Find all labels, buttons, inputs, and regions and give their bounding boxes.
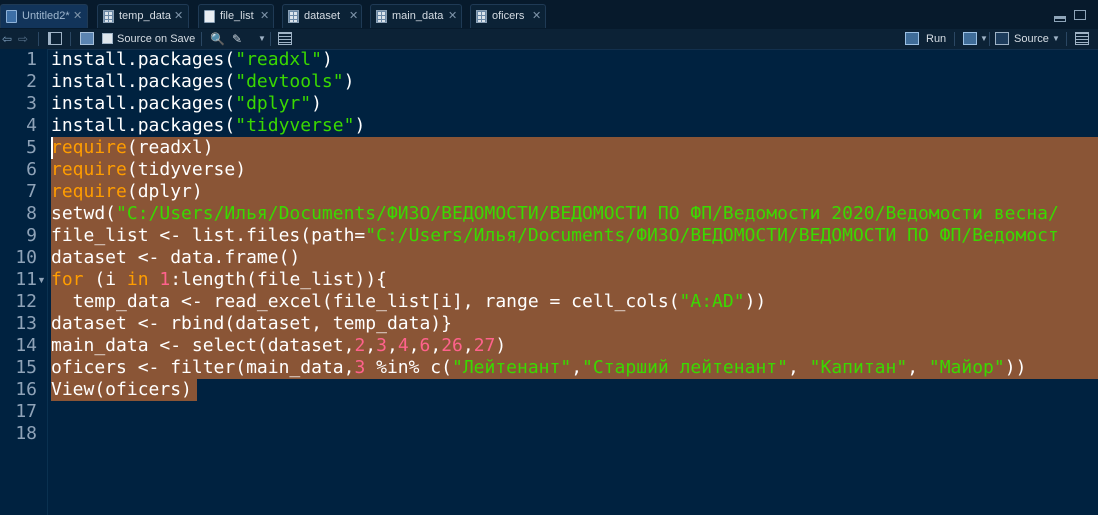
tab-label: file_list [220,10,254,22]
code-line[interactable]: install.packages("readxl") [51,49,333,71]
close-icon[interactable]: ✕ [174,5,183,27]
document-icon [204,10,215,23]
toolbar-divider [38,32,39,46]
tab-label: temp_data [119,10,171,22]
data-table-icon [288,10,299,23]
tab-main-data[interactable]: main_data ✕ [370,4,462,28]
line-number: 18 [15,423,37,444]
line-number: 8 [26,203,37,224]
editor-tab-bar: Untitled2* ✕ temp_data ✕ file_list ✕ dat… [0,0,1098,30]
code-editor[interactable]: 1 2 3 4 5 6 7 8 9 10 11 ▼ 12 13 14 15 16… [0,49,1098,515]
line-number: 2 [26,71,37,92]
code-tools-wand-icon[interactable]: ✎ [232,31,242,47]
toolbar-divider [989,32,990,46]
close-icon[interactable]: ✕ [448,5,457,27]
toolbar-divider [1066,32,1067,46]
minimize-pane-icon[interactable] [1054,16,1066,22]
tab-label: Untitled2* [22,10,70,22]
editor-toolbar: ⇦ ⇨ Source on Save 🔍 ✎ ▼ Run ▼ Source ▼ [0,29,1098,50]
line-number: 3 [26,93,37,114]
data-table-icon [476,10,487,23]
code-line[interactable]: install.packages("devtools") [51,71,354,93]
line-number: 1 [26,49,37,70]
line-number: 12 [15,291,37,312]
data-table-icon [103,10,114,23]
tab-file-list[interactable]: file_list ✕ [198,4,274,28]
tab-label: dataset [304,10,341,22]
line-number: 16 [15,379,37,400]
line-number: 7 [26,181,37,202]
fold-chevron-icon[interactable]: ▼ [37,275,46,285]
rerun-icon[interactable] [963,32,977,45]
forward-arrow-icon[interactable]: ⇨ [18,31,28,47]
line-number: 13 [15,313,37,334]
code-line[interactable]: dataset <- rbind(dataset, temp_data)} [51,313,452,335]
text-cursor [51,137,53,159]
line-number-gutter: 1 2 3 4 5 6 7 8 9 10 11 ▼ 12 13 14 15 16… [0,49,48,515]
line-number: 15 [15,357,37,378]
toolbar-divider [201,32,202,46]
code-line[interactable]: install.packages("tidyverse") [51,115,365,137]
close-icon[interactable]: ✕ [73,5,82,27]
data-table-icon [376,10,387,23]
code-line[interactable]: require(dplyr) [51,181,203,203]
run-button[interactable]: Run [926,31,946,47]
show-in-window-icon[interactable] [48,32,62,45]
source-on-save-label[interactable]: Source on Save [117,31,195,47]
code-line[interactable]: View(oficers) [51,379,192,401]
line-number: 4 [26,115,37,136]
line-number: 10 [15,247,37,268]
close-icon[interactable]: ✕ [532,5,541,27]
toolbar-divider [270,32,271,46]
tab-dataset[interactable]: dataset ✕ [282,4,362,28]
line-number: 14 [15,335,37,356]
run-icon[interactable] [905,32,919,45]
back-arrow-icon[interactable]: ⇦ [2,31,12,47]
code-line[interactable]: main_data <- select(dataset,2,3,4,6,26,2… [51,335,506,357]
code-line[interactable]: setwd("C:/Users/Илья/Documents/ФИЗО/ВЕДО… [51,203,1059,225]
tab-temp-data[interactable]: temp_data ✕ [97,4,189,28]
document-outline-icon[interactable] [1075,32,1089,45]
save-icon[interactable] [80,32,94,45]
code-line[interactable]: dataset <- data.frame() [51,247,300,269]
line-number: 17 [15,401,37,422]
line-number: 9 [26,225,37,246]
line-number: 6 [26,159,37,180]
close-icon[interactable]: ✕ [349,5,358,27]
code-line[interactable]: for (i in 1:length(file_list)){ [51,269,387,291]
line-number: 11 [15,269,37,290]
tab-untitled2[interactable]: Untitled2* ✕ [0,4,88,28]
compile-report-icon[interactable] [278,32,292,45]
tab-oficers[interactable]: oficers ✕ [470,4,546,28]
chevron-down-icon[interactable]: ▼ [980,31,988,47]
tab-label: oficers [492,10,525,22]
close-icon[interactable]: ✕ [260,5,269,27]
tab-label: main_data [392,10,444,22]
chevron-down-icon[interactable]: ▼ [1052,31,1060,47]
line-number: 5 [26,137,37,158]
code-line[interactable]: temp_data <- read_excel(file_list[i], ra… [51,291,767,313]
toolbar-divider [70,32,71,46]
source-button[interactable]: Source [1014,31,1049,47]
toolbar-divider [954,32,955,46]
r-script-icon [6,10,17,23]
search-icon[interactable]: 🔍 [210,31,225,47]
code-line[interactable]: file_list <- list.files(path="C:/Users/И… [51,225,1059,247]
code-line[interactable]: require(tidyverse) [51,159,246,181]
code-line[interactable]: require(readxl) [51,137,214,159]
code-line[interactable]: install.packages("dplyr") [51,93,322,115]
source-on-save-checkbox[interactable] [102,33,113,44]
chevron-down-icon[interactable]: ▼ [258,31,266,47]
code-line[interactable]: oficers <- filter(main_data,3 %in% c("Ле… [51,357,1026,379]
maximize-pane-icon[interactable] [1074,10,1086,20]
source-icon[interactable] [995,32,1009,45]
